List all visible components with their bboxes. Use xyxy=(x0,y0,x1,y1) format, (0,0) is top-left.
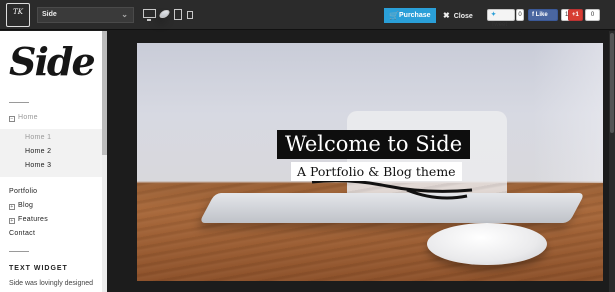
cart-icon: 🛒 xyxy=(389,11,399,20)
laptop-icon[interactable] xyxy=(157,10,172,18)
purchase-label: Purchase xyxy=(399,12,431,19)
divider xyxy=(9,251,29,252)
wall-shade xyxy=(533,43,603,183)
facebook-icon: f xyxy=(532,12,534,18)
mouse-shape xyxy=(427,223,547,265)
themes-kingdom-logo[interactable]: TK xyxy=(6,3,30,27)
facebook-like-button[interactable]: f Like xyxy=(528,9,558,21)
google-plus-count: 0 xyxy=(585,9,600,21)
hero-subtitle: A Portfolio & Blog theme xyxy=(291,162,462,181)
expand-icon: + xyxy=(9,204,15,210)
submenu-item-home-1[interactable]: Home 1 xyxy=(25,134,51,141)
close-button[interactable]: ✖ Close xyxy=(443,8,473,23)
expand-icon: + xyxy=(9,218,15,224)
submenu-item-home-3[interactable]: Home 3 xyxy=(25,162,51,169)
site-logo[interactable]: Side xyxy=(9,39,96,85)
tweet-label: Tweet xyxy=(491,22,508,28)
tablet-icon[interactable] xyxy=(174,9,182,20)
phone-icon[interactable] xyxy=(187,11,193,19)
divider xyxy=(9,102,29,103)
close-label: Close xyxy=(453,13,473,20)
purchase-button[interactable]: 🛒 Purchase xyxy=(384,8,436,23)
chevron-down-icon: ⌄ xyxy=(121,10,128,19)
menu-item-portfolio[interactable]: Portfolio xyxy=(9,188,37,195)
widget-text: Side was lovingly designed xyxy=(9,280,94,287)
page-scrollbar-thumb[interactable] xyxy=(610,33,614,133)
menu-item-contact[interactable]: Contact xyxy=(9,230,35,237)
sidebar-scrollbar[interactable] xyxy=(102,31,107,292)
page-scrollbar[interactable] xyxy=(609,31,615,292)
top-toolbar: TK Side ⌄ 🛒 Purchase ✖ Close ✦ Tweet 0 f … xyxy=(0,0,615,30)
menu-item-features[interactable]: + Features xyxy=(9,216,48,224)
collapse-icon: − xyxy=(9,116,15,122)
tweet-button[interactable]: ✦ Tweet xyxy=(487,9,515,28)
menu-item-blog[interactable]: + Blog xyxy=(9,202,33,210)
close-icon: ✖ xyxy=(443,11,450,20)
home-submenu: Home 1 Home 2 Home 3 xyxy=(0,129,107,177)
preview-sidebar: Side − Home Home 1 Home 2 Home 3 Portfoli… xyxy=(0,31,107,292)
fb-like-label: Like xyxy=(535,12,548,18)
sidebar-scrollbar-thumb[interactable] xyxy=(102,31,107,155)
theme-select-value: Side xyxy=(42,11,57,18)
desktop-icon[interactable] xyxy=(143,9,156,21)
menu-item-blog-label: Blog xyxy=(18,202,34,209)
theme-select[interactable]: Side ⌄ xyxy=(37,7,134,23)
widget-title: TEXT WIDGET xyxy=(9,265,68,272)
menu-item-home[interactable]: − Home xyxy=(9,114,38,122)
menu-item-home-label: Home xyxy=(18,114,38,121)
submenu-item-home-2[interactable]: Home 2 xyxy=(25,148,51,155)
menu-item-features-label: Features xyxy=(18,216,49,223)
google-plus-button[interactable]: +1 xyxy=(568,9,583,21)
tweet-count: 0 xyxy=(516,9,524,21)
hero-title: Welcome to Side xyxy=(277,130,471,159)
twitter-icon: ✦ xyxy=(491,12,497,18)
